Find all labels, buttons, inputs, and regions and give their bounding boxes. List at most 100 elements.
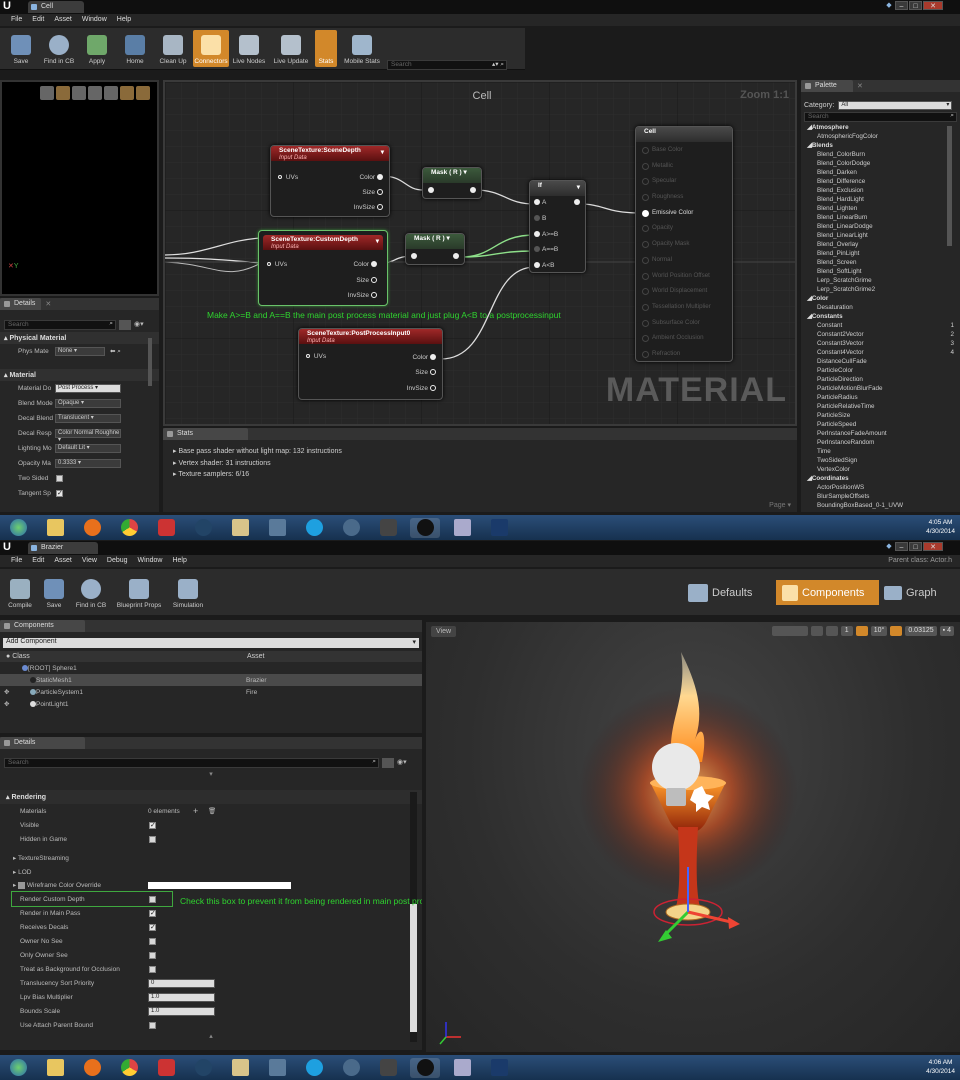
page-button[interactable]: Page ▾ — [769, 501, 791, 509]
close-tab-icon[interactable]: ✕ — [857, 82, 863, 90]
category-combo[interactable]: All ▾ — [838, 101, 953, 110]
pin-agreater[interactable]: A>=B — [532, 231, 558, 238]
pin-invsize[interactable]: InvSize — [354, 204, 385, 211]
unreal-editor-icon[interactable] — [410, 1057, 440, 1078]
skype-icon[interactable] — [299, 1058, 329, 1078]
menu-window[interactable]: Window — [133, 555, 168, 567]
palette-item[interactable]: PerInstanceRandom — [801, 439, 960, 448]
palette-item[interactable]: ParticleSize — [801, 412, 960, 421]
save-button[interactable]: Save — [3, 30, 39, 67]
property-combo[interactable]: Post Process ▾ — [55, 384, 121, 393]
skype-icon[interactable] — [299, 518, 329, 538]
folder-icon[interactable] — [225, 518, 255, 538]
collapse-chevron-icon[interactable]: ▾ — [381, 149, 384, 156]
simulation-button[interactable]: Simulation — [167, 572, 209, 611]
close-button[interactable]: ✕ — [923, 542, 943, 551]
palette-item[interactable]: DistanceCullFade — [801, 358, 960, 367]
menu-edit[interactable]: Edit — [27, 14, 49, 26]
palette-item[interactable]: Constant3Vector 3 — [801, 340, 960, 349]
details-search-input[interactable]: Search ⌕ — [4, 320, 116, 330]
node-mask-1[interactable]: Mask ( R ) ▾ — [422, 167, 482, 199]
palette-item[interactable]: ParticleDirection — [801, 376, 960, 385]
pin-aequal[interactable]: A==B — [532, 246, 558, 253]
tab-details[interactable]: Details — [0, 737, 85, 749]
cube-icon[interactable] — [88, 86, 102, 100]
palette-item[interactable]: Desaturation — [801, 304, 960, 313]
node-custom-depth[interactable]: SceneTexture:CustomDepth Input Data ▾ UVs … — [258, 230, 388, 306]
property-checkbox[interactable] — [56, 489, 63, 497]
close-tab-icon[interactable]: ✕ — [45, 300, 51, 308]
chrome-icon[interactable] — [114, 518, 144, 538]
palette-item[interactable]: Blend_ColorBurn — [801, 151, 960, 160]
palette-item[interactable]: Blend_PinLight — [801, 250, 960, 259]
photoshop-icon[interactable] — [484, 518, 514, 538]
eye-icon[interactable]: ◉▾ — [397, 758, 407, 768]
palette-item[interactable]: Blend_Darken — [801, 169, 960, 178]
phys-material-combo[interactable]: None ▾ — [55, 347, 105, 356]
property-checkbox[interactable] — [149, 895, 156, 903]
pin-uvs[interactable]: UVs — [276, 174, 298, 181]
palette-category[interactable]: ◢Constants — [801, 313, 960, 322]
property-checkbox[interactable] — [149, 835, 156, 843]
pin-uvs[interactable]: UVs — [304, 353, 326, 360]
palette-item[interactable]: Blend_SoftLight — [801, 268, 960, 277]
firefox-icon[interactable] — [77, 518, 107, 538]
mode-graph[interactable]: Graph — [884, 580, 937, 605]
property-checkbox[interactable] — [149, 951, 156, 959]
photoshop-icon[interactable] — [484, 1058, 514, 1078]
notepad-icon[interactable] — [447, 518, 477, 538]
cell-input-pin[interactable]: Opacity Mask — [636, 236, 732, 252]
pin-aless[interactable]: A<B — [532, 262, 554, 269]
firefox-icon[interactable] — [77, 1058, 107, 1078]
property-checkbox[interactable] — [149, 923, 156, 931]
mesh-icon[interactable] — [104, 86, 118, 100]
pin-invsize[interactable]: InvSize — [348, 292, 379, 299]
collapse-arrow-icon[interactable]: ▾ — [0, 770, 422, 790]
eye-icon[interactable]: ◉▾ — [134, 320, 144, 330]
palette-item[interactable]: Lerp_ScratchGrime2 — [801, 286, 960, 295]
material-preview-viewport[interactable]: ✕Y — [0, 80, 159, 296]
pin-invsize[interactable]: InvSize — [407, 385, 438, 392]
palette-item[interactable]: ParticleRelativeTime — [801, 403, 960, 412]
numeric-input[interactable]: 1.0 — [148, 992, 215, 1002]
globe-icon[interactable] — [336, 1058, 366, 1078]
palette-item[interactable]: BoundingBoxBased_0-1_UVW — [801, 502, 960, 511]
menu-file[interactable]: File — [6, 555, 27, 567]
pin-b[interactable]: B — [532, 215, 546, 222]
palette-item[interactable]: Time — [801, 448, 960, 457]
node-if[interactable]: If ▾ A B A>=B A==B A<B — [529, 180, 586, 273]
grid-view-icon[interactable] — [382, 758, 394, 768]
find-in-cb-button[interactable]: Find in CB — [71, 572, 111, 611]
pin-size[interactable]: Size — [415, 369, 438, 376]
palette-item[interactable]: Blend_Difference — [801, 178, 960, 187]
mode-components[interactable]: Components — [776, 580, 879, 605]
toolbar-search-input[interactable]: Search ▴▾ ⌕ — [387, 60, 507, 70]
palette-item[interactable]: Blend_HardLight — [801, 196, 960, 205]
chrome-icon[interactable] — [114, 1058, 144, 1078]
pin-input[interactable] — [409, 253, 419, 260]
palette-item[interactable]: Constant2Vector 2 — [801, 331, 960, 340]
property-checkbox[interactable] — [149, 909, 156, 917]
add-element-icon[interactable]: + — [193, 806, 198, 816]
cylinder-icon[interactable] — [40, 86, 54, 100]
menu-asset[interactable]: Asset — [49, 14, 77, 26]
pin-color[interactable]: Color — [359, 174, 385, 181]
node-post-process-input[interactable]: SceneTexture:PostProcessInput0 Input Data… — [298, 328, 443, 400]
palette-item[interactable]: Blend_Exclusion — [801, 187, 960, 196]
cell-input-pin[interactable]: Opacity — [636, 220, 732, 236]
palette-item[interactable]: BlurSampleOffsets — [801, 493, 960, 502]
maximize-button[interactable]: □ — [909, 1, 922, 10]
tab-cell[interactable]: Cell — [28, 1, 84, 13]
node-mask-2[interactable]: Mask ( R ) ▾ — [405, 233, 465, 265]
cell-input-pin[interactable]: Metallic — [636, 158, 732, 174]
palette-item[interactable]: Blend_Lighten — [801, 205, 960, 214]
explorer-icon[interactable] — [40, 518, 70, 538]
cell-input-pin[interactable]: Refraction — [636, 346, 732, 362]
cell-input-pin[interactable]: Tessellation Multiplier — [636, 299, 732, 315]
minimize-button[interactable]: – — [895, 1, 908, 10]
asset-column-header[interactable]: Asset — [247, 653, 265, 660]
save-button[interactable]: Save — [37, 572, 71, 611]
collapse-chevron-icon[interactable]: ▾ — [577, 184, 580, 191]
use-asset-icon[interactable]: ⬅ ⌕ — [110, 347, 121, 356]
menu-help[interactable]: Help — [112, 14, 136, 26]
